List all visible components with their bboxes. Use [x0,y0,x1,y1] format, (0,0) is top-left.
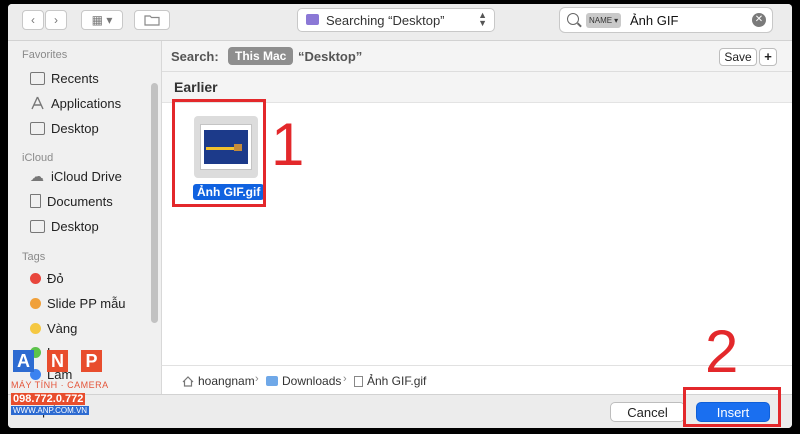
up-down-chevron-icon: ▲ ▼ [478,10,487,28]
chevron-down-icon: ▾ [614,16,619,25]
logo-phone: 098.772.0.772 [11,393,86,405]
insert-button[interactable]: Insert [696,402,770,422]
applications-icon [31,96,44,110]
home-icon [182,375,194,387]
sidebar-item-icloud-drive[interactable]: ☁ iCloud Drive [30,165,122,187]
bottom-bar: Options Cancel Insert [8,394,792,428]
path-crumb-label: Downloads [282,374,342,388]
search-token[interactable]: NAME ▾ [586,13,622,28]
new-folder-button[interactable] [134,10,170,30]
yellow-tag-dot-icon [30,322,41,334]
gif-preview-image [204,130,248,164]
file-name: Ảnh GIF.gif [193,184,265,200]
sidebar: Favorites Recents Applications Desktop i… [8,41,161,394]
logo-letter-n: N [47,350,68,372]
sidebar-item-label: iCloud Drive [51,168,122,184]
sidebar-item-label: Slide PP mẫu [47,295,126,311]
path-crumb-downloads[interactable]: Downloads [266,374,341,388]
red-tag-dot-icon [30,272,41,284]
section-header: Earlier [162,72,792,103]
search-scope-label: Search: [171,49,219,64]
cloud-icon: ☁ [30,167,44,184]
search-query[interactable]: Ảnh GIF [630,13,678,28]
new-folder-icon [144,15,160,26]
path-separator: › [343,373,347,385]
save-search-button[interactable]: Save [719,48,757,66]
downloads-folder-icon [266,376,278,386]
path-crumb-home[interactable]: hoangnam [182,374,255,388]
desktop-icon [30,121,45,135]
toolbar: ‹ › ▦ ▾ Searching “Desktop” ▲ ▼ NAME ▾ Ảnh… [8,4,792,41]
search-token-label: NAME [589,16,613,25]
location-popup[interactable]: Searching “Desktop” ▲ ▼ [297,8,495,32]
anp-watermark-logo: A N P MÁY TÍNH · CAMERA 098.772.0.772 WW… [11,346,111,428]
grid-view-icon: ▦ ▾ [91,13,113,27]
logo-site: WWW.ANP.COM.VN [11,406,90,415]
sidebar-item-label: Vàng [47,320,78,336]
cancel-button[interactable]: Cancel [610,402,685,422]
search-scope-bar: Search: This Mac “Desktop” Save + [162,41,792,72]
section-header-label: Earlier [174,79,218,95]
sidebar-tag-yellow[interactable]: Vàng [30,317,77,339]
path-bar: hoangnam › Downloads › Ảnh GIF.gif [161,365,792,395]
sidebar-item-label: Desktop [51,120,99,136]
sidebar-item-documents[interactable]: Documents [30,190,113,212]
path-crumb-label: hoangnam [198,374,255,388]
back-button[interactable]: ‹ [22,10,44,30]
tags-header: Tags [22,251,46,263]
logo-letter-a: A [13,350,34,372]
sidebar-tag-red[interactable]: Đỏ [30,267,64,289]
clear-search-icon[interactable]: ✕ [752,13,766,27]
search-folder-icon [306,14,319,25]
chevron-left-icon: ‹ [31,13,35,27]
scope-desktop-button[interactable]: “Desktop” [298,49,362,64]
search-icon [567,13,579,25]
search-field[interactable]: NAME ▾ Ảnh GIF ✕ [559,7,773,33]
file-icon [354,375,363,387]
chevron-right-icon: › [54,13,58,27]
favorites-header: Favorites [22,49,68,61]
results-pane: Search: This Mac “Desktop” Save + Earlie… [161,41,792,394]
view-options-button[interactable]: ▦ ▾ [81,10,123,30]
file-dialog: ‹ › ▦ ▾ Searching “Desktop” ▲ ▼ NAME ▾ Ảnh… [8,4,792,428]
recents-icon [30,71,45,85]
step-number-2: 2 [705,318,739,385]
forward-button[interactable]: › [45,10,67,30]
location-title: Searching “Desktop” [326,13,445,28]
sidebar-item-label: Đỏ [47,270,64,286]
gif-thumbnail [200,124,252,170]
sidebar-item-label: Recents [51,70,99,86]
documents-icon [30,194,41,208]
desktop-icon [30,219,45,233]
sidebar-item-desktop[interactable]: Desktop [30,117,99,139]
orange-tag-dot-icon [30,297,41,309]
icloud-header: iCloud [22,152,54,164]
sidebar-item-label: Desktop [51,218,99,234]
sidebar-item-recents[interactable]: Recents [30,67,99,89]
path-crumb-file[interactable]: Ảnh GIF.gif [354,374,426,388]
path-crumb-label: Ảnh GIF.gif [367,374,427,388]
step-number-1: 1 [271,111,305,178]
path-separator: › [255,373,259,385]
add-criteria-button[interactable]: + [759,48,777,66]
logo-letter-p: P [81,350,102,372]
scope-this-mac-button[interactable]: This Mac [228,47,294,65]
file-item[interactable]: Ảnh GIF.gif [184,110,270,208]
sidebar-tag-orange[interactable]: Slide PP mẫu [30,292,126,314]
sidebar-item-label: Documents [47,193,113,209]
logo-tagline: MÁY TÍNH · CAMERA [11,380,109,390]
sidebar-item-applications[interactable]: Applications [30,92,121,114]
sidebar-item-icloud-desktop[interactable]: Desktop [30,215,99,237]
sidebar-item-label: Applications [51,95,122,111]
sidebar-scrollbar[interactable] [151,83,158,323]
